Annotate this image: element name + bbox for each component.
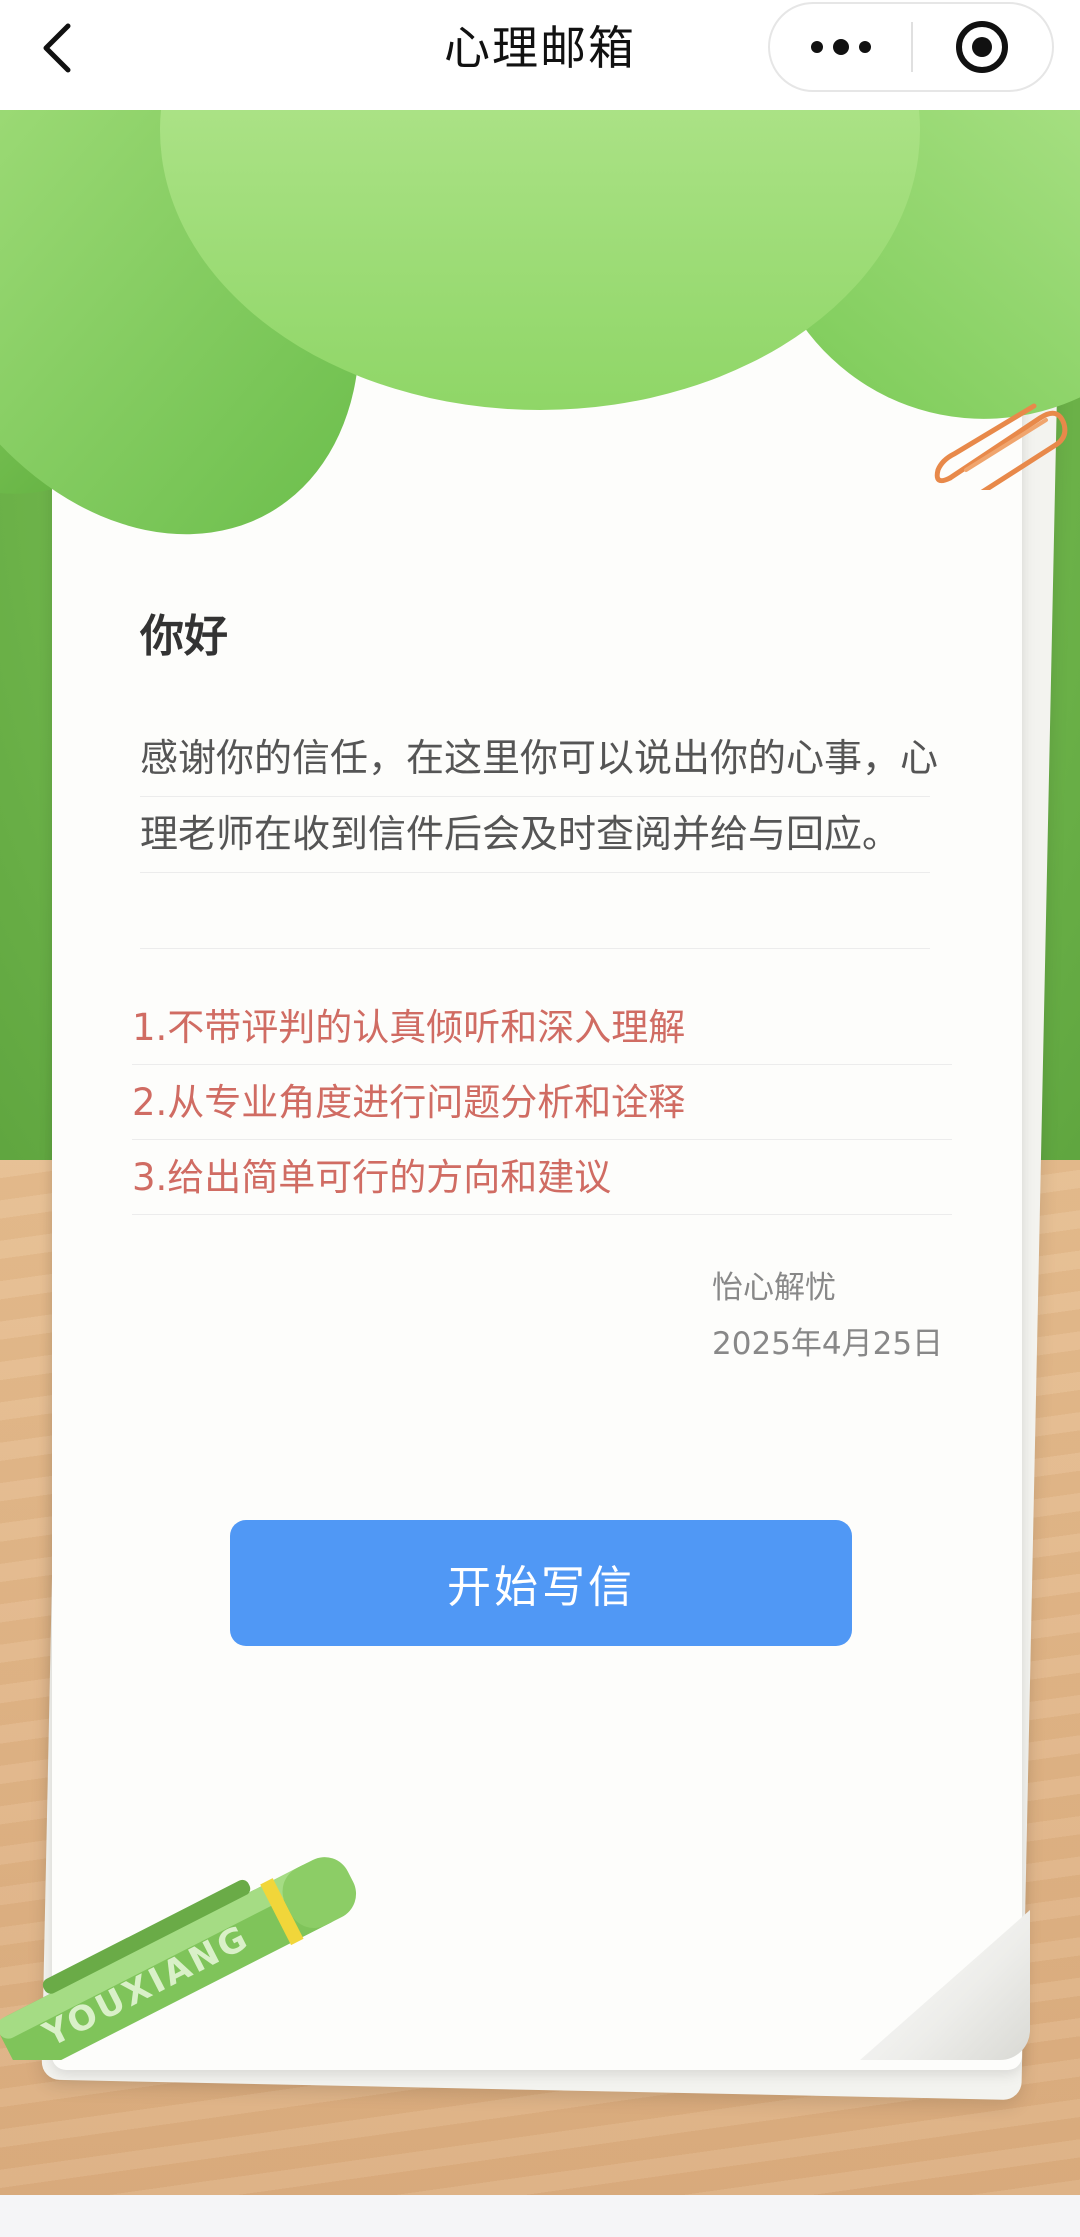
paperclip-icon — [934, 403, 1068, 490]
ruled-line — [140, 948, 930, 949]
pen-decoration: YOUXIANG — [0, 1857, 357, 2060]
more-button[interactable] — [770, 4, 911, 90]
service-point: 1.不带评判的认真倾听和深入理解 — [132, 990, 952, 1065]
bottom-safe-area — [0, 2195, 1080, 2237]
ruled-line — [140, 796, 930, 797]
more-dots-icon — [810, 39, 871, 55]
letter-greeting: 你好 — [140, 611, 228, 662]
signature-name: 怡心解忧 — [712, 1270, 836, 1306]
letter-signature: 怡心解忧 2025年4月25日 — [712, 1260, 943, 1372]
close-button[interactable] — [913, 4, 1052, 90]
signature-date: 2025年4月25日 — [712, 1326, 944, 1362]
ruled-line — [140, 872, 930, 873]
service-points: 1.不带评判的认真倾听和深入理解 2.从专业角度进行问题分析和诠释 3.给出简单… — [132, 990, 952, 1215]
miniprogram-capsule — [768, 2, 1054, 92]
navbar: 心理邮箱 — [0, 0, 1080, 110]
service-point: 3.给出简单可行的方向和建议 — [132, 1140, 952, 1215]
letter-scene: 你好 感谢你的信任，在这里你可以说出你的心事，心理老师在收到信件后会及时查阅并给… — [0, 110, 1080, 2195]
page: 心理邮箱 你好 感谢你的信任，在这里你可以说出你的心事，心理老师在收到信件后会及… — [0, 0, 1080, 2237]
target-circle-icon — [956, 21, 1009, 73]
service-point: 2.从专业角度进行问题分析和诠释 — [132, 1065, 952, 1140]
start-writing-button[interactable]: 开始写信 — [230, 1520, 852, 1646]
